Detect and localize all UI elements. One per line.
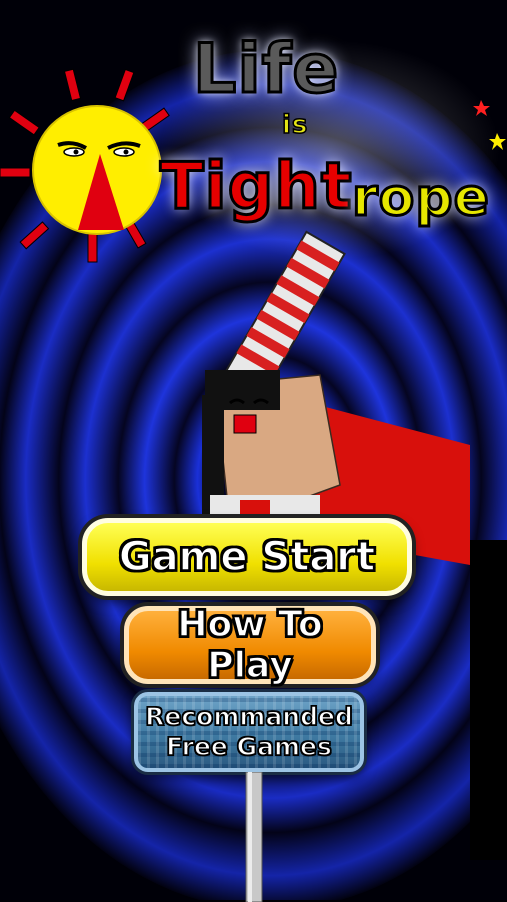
recommended-free-games-button[interactable]: Recommanded Free Games (134, 692, 364, 772)
title-rope: rope (351, 167, 491, 230)
balance-pole (245, 772, 263, 902)
free-games-line2: Free Games (165, 731, 332, 762)
title-screen: Life is Tight rope Game Start How To Pla… (0, 0, 507, 902)
title-life: Life (191, 29, 340, 111)
star-icon (473, 100, 506, 150)
title-tight: Tight (159, 149, 354, 226)
game-start-button[interactable]: Game Start (82, 518, 412, 596)
how-to-play-button[interactable]: How To Play (124, 603, 376, 687)
title-is: is (281, 110, 309, 140)
free-games-line1: Recommanded (144, 701, 353, 732)
